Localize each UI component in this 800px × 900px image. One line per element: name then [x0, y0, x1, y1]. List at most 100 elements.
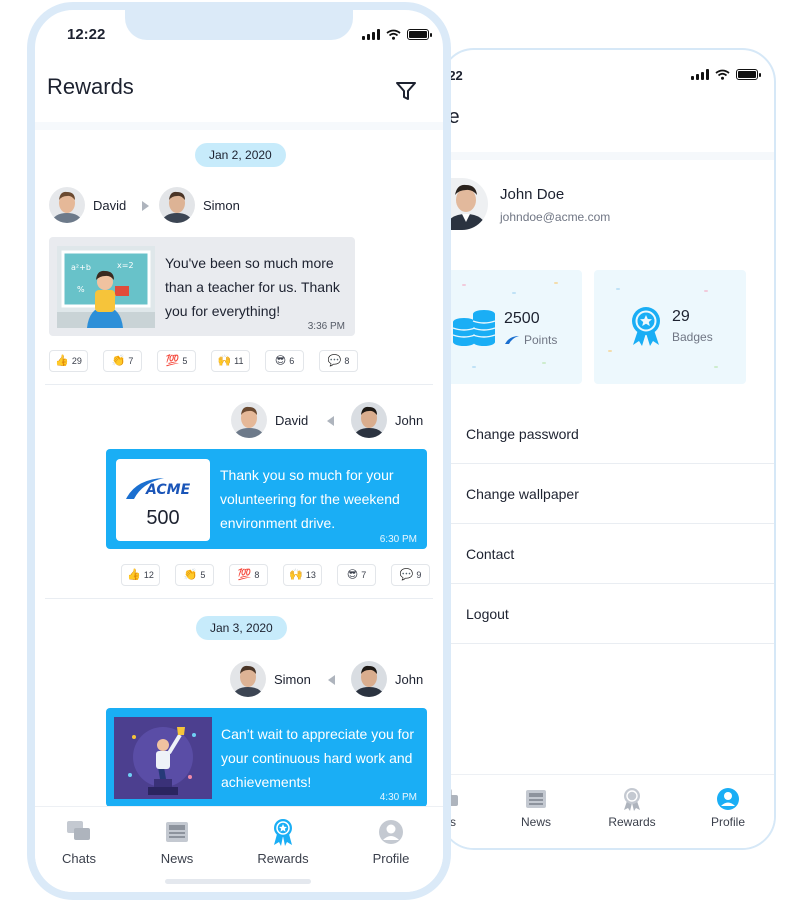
message-time: 6:30 PM — [379, 534, 417, 545]
reaction-sunglasses[interactable]: 😎 6 — [265, 350, 304, 372]
message-text: You've been so much more than a teacher … — [165, 255, 340, 319]
arrow-left-icon — [328, 675, 335, 685]
message-bubble[interactable]: ACME 500 Thank you so much for your volu… — [106, 449, 427, 549]
profile-tab-bar: ats News Rewards Profile — [442, 774, 774, 848]
sender[interactable]: Simon — [230, 661, 311, 697]
teacher-illustration: a²+b x=2% — [57, 246, 155, 328]
sender[interactable]: David — [231, 402, 308, 438]
reward-points: 500 — [146, 507, 180, 529]
avatar — [230, 661, 266, 697]
chats-icon — [67, 821, 90, 840]
points-card[interactable]: 2500 Points — [442, 270, 582, 384]
svg-text:a²+b: a²+b — [71, 263, 91, 272]
profile-icon — [717, 788, 739, 810]
page-title: Rewards — [47, 74, 134, 99]
tab-rewards[interactable]: Rewards — [238, 817, 328, 866]
filter-button[interactable] — [393, 78, 419, 104]
message-bubble[interactable]: a²+b x=2% You've been so much more than a… — [49, 237, 355, 336]
avatar — [231, 402, 267, 438]
battery-icon — [407, 29, 432, 40]
sender-name: David — [275, 412, 309, 428]
tab-profile[interactable]: Profile — [688, 785, 768, 829]
message-text: Thank you so much for your volunteering … — [220, 467, 400, 531]
rewards-tab-bar: Chats News Rewards Profile — [35, 806, 443, 892]
reaction-raised-hands[interactable]: 🙌 11 — [211, 350, 250, 372]
wifi-icon — [386, 29, 401, 40]
badges-value: 29 — [672, 308, 690, 325]
badges-label: Badges — [672, 330, 713, 344]
reaction-raised-hands[interactable]: 🙌 13 — [283, 564, 322, 586]
filter-icon — [396, 82, 416, 100]
status-bar: :22 — [442, 66, 774, 86]
menu-change-wallpaper[interactable]: Change wallpaper — [442, 464, 774, 524]
acme-logo-icon — [505, 336, 519, 344]
tab-profile[interactable]: Profile — [346, 817, 436, 866]
message-bubble[interactable]: Can’t wait to appreciate you for your co… — [106, 708, 427, 807]
recipient-name: Simon — [203, 197, 240, 213]
tab-rewards[interactable]: Rewards — [592, 785, 672, 829]
reaction-sunglasses[interactable]: 😎 7 — [337, 564, 376, 586]
message-time: 3:36 PM — [307, 321, 345, 332]
sender-name: David — [93, 197, 127, 213]
reaction-comment[interactable]: 💬 9 — [391, 564, 430, 586]
signal-icon — [362, 29, 380, 40]
news-icon — [166, 822, 188, 842]
header: Rewards — [35, 58, 443, 124]
user-email: johndoe@acme.com — [500, 210, 611, 224]
reaction-thumbs-up[interactable]: 👍 12 — [121, 564, 160, 586]
tab-chats[interactable]: Chats — [35, 817, 124, 866]
recipient[interactable]: John — [351, 661, 423, 697]
header-divider — [35, 122, 443, 130]
post-separator — [45, 598, 433, 599]
reactions-bar: 👍 29 👏 7 💯 5 🙌 11 😎 6 💬 8 — [49, 350, 358, 372]
rewards-icon — [624, 788, 640, 811]
reaction-thumbs-up[interactable]: 👍 29 — [49, 350, 88, 372]
post-separator — [45, 384, 433, 385]
reaction-comment[interactable]: 💬 8 — [319, 350, 358, 372]
date-pill: Jan 2, 2020 — [195, 143, 286, 167]
badge-icon — [632, 307, 660, 346]
home-indicator — [165, 879, 311, 884]
rewards-icon — [274, 819, 292, 846]
message-text: Can’t wait to appreciate you for your co… — [221, 726, 414, 790]
badges-card[interactable]: 29 Badges — [594, 270, 746, 384]
menu-contact[interactable]: Contact — [442, 524, 774, 584]
avatar — [159, 187, 195, 223]
reward-card[interactable]: ACME 500 — [116, 459, 210, 541]
recipient-name: John — [395, 671, 424, 687]
menu-change-password[interactable]: Change password — [442, 404, 774, 464]
status-icons — [362, 29, 432, 40]
profile-phone: :22 file John Doe johndoe@acme.com 2500 … — [440, 48, 776, 850]
profile-summary[interactable]: John Doe johndoe@acme.com — [442, 178, 774, 234]
sender[interactable]: David — [49, 187, 126, 223]
recipient-name: John — [395, 412, 424, 428]
news-icon — [526, 790, 546, 808]
profile-icon — [379, 820, 403, 844]
acme-logo-icon: ACME — [126, 478, 191, 499]
svg-text:x=2: x=2 — [117, 261, 134, 270]
signal-icon — [691, 69, 709, 80]
reaction-clap[interactable]: 👏 7 — [103, 350, 142, 372]
achievement-illustration — [114, 717, 212, 799]
status-time: 12:22 — [67, 26, 106, 43]
battery-icon — [736, 69, 761, 80]
avatar — [49, 187, 85, 223]
profile-menu: Change password Change wallpaper Contact… — [442, 404, 774, 644]
svg-text:%: % — [77, 285, 85, 294]
menu-logout[interactable]: Logout — [442, 584, 774, 644]
avatar — [351, 661, 387, 697]
reaction-hundred[interactable]: 💯 5 — [157, 350, 196, 372]
reaction-hundred[interactable]: 💯 8 — [229, 564, 268, 586]
reactions-bar: 👍 12 👏 5 💯 8 🙌 13 😎 7 💬 9 — [121, 564, 430, 586]
arrow-left-icon — [327, 416, 334, 426]
coins-icon — [452, 310, 496, 346]
recipient[interactable]: Simon — [159, 187, 240, 223]
recipient[interactable]: John — [351, 402, 423, 438]
status-icons — [691, 69, 761, 80]
message-time: 4:30 PM — [379, 792, 417, 803]
tab-news[interactable]: News — [132, 817, 222, 866]
tab-news[interactable]: News — [496, 785, 576, 829]
reaction-clap[interactable]: 👏 5 — [175, 564, 214, 586]
notch — [125, 10, 353, 40]
avatar — [351, 402, 387, 438]
